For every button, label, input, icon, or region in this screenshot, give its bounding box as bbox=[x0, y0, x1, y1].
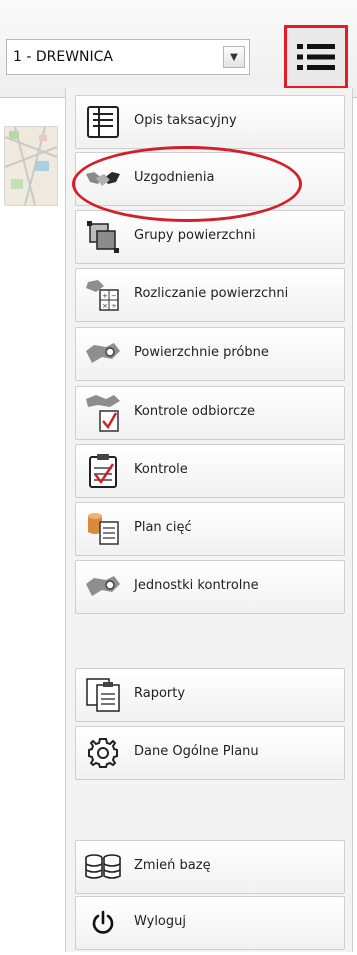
menu-item-plan-ciec[interactable]: Plan cięć bbox=[75, 502, 345, 556]
control-units-icon bbox=[84, 568, 122, 606]
description-icon bbox=[84, 103, 122, 141]
menu-item-label: Opis taksacyjny bbox=[134, 113, 237, 128]
menu-item-label: Zmień bazę bbox=[134, 858, 211, 873]
menu-item-label: Powierzchnie próbne bbox=[134, 345, 269, 360]
menu-item-raporty[interactable]: Raporty bbox=[75, 668, 345, 722]
sample-plots-icon bbox=[84, 335, 122, 373]
menu-item-label: Dane Ogólne Planu bbox=[134, 744, 259, 759]
stand-select[interactable]: 1 - DREWNICA ▼ bbox=[6, 39, 250, 75]
menu-item-rozliczanie-powierzchni[interactable]: + − × ÷ Rozliczanie powierzchni bbox=[75, 268, 345, 322]
stand-select-value: 1 - DREWNICA bbox=[13, 49, 114, 65]
menu-item-kontrole-odbiorcze[interactable]: Kontrole odbiorcze bbox=[75, 386, 345, 440]
svg-text:×: × bbox=[102, 302, 108, 310]
menu-item-kontrole[interactable]: Kontrole bbox=[75, 444, 345, 498]
menu-item-zmien-baze[interactable]: Zmień bazę bbox=[75, 840, 345, 894]
menu-item-opis-taksacyjny[interactable]: Opis taksacyjny bbox=[75, 95, 345, 149]
reports-icon bbox=[84, 676, 122, 714]
database-icon bbox=[84, 848, 122, 886]
checks-icon bbox=[84, 452, 122, 490]
area-groups-icon bbox=[84, 218, 122, 256]
menu-item-label: Kontrole odbiorcze bbox=[134, 404, 255, 419]
handshake-icon bbox=[84, 160, 122, 198]
menu-item-powierzchnie-probne[interactable]: Powierzchnie próbne bbox=[75, 327, 345, 381]
svg-text:+: + bbox=[102, 292, 108, 300]
menu-item-label: Wyloguj bbox=[134, 914, 186, 929]
acceptance-checks-icon bbox=[84, 394, 122, 432]
menu-item-wyloguj[interactable]: Wyloguj bbox=[75, 896, 345, 950]
menu-item-label: Uzgodnienia bbox=[134, 170, 215, 185]
menu-item-label: Raporty bbox=[134, 686, 186, 701]
menu-item-label: Grupy powierzchni bbox=[134, 228, 256, 243]
menu-item-label: Jednostki kontrolne bbox=[134, 578, 259, 593]
map-thumbnail[interactable] bbox=[4, 126, 58, 206]
menu-button[interactable] bbox=[284, 25, 348, 89]
svg-text:÷: ÷ bbox=[111, 302, 117, 310]
menu-item-jednostki-kontrolne[interactable]: Jednostki kontrolne bbox=[75, 560, 345, 614]
menu-item-label: Plan cięć bbox=[134, 520, 192, 535]
menu-item-dane-ogolne-planu[interactable]: Dane Ogólne Planu bbox=[75, 726, 345, 780]
menu-item-label: Kontrole bbox=[134, 462, 188, 477]
menu-item-label: Rozliczanie powierzchni bbox=[134, 286, 289, 301]
area-calculation-icon: + − × ÷ bbox=[84, 276, 122, 314]
menu-item-grupy-powierzchni[interactable]: Grupy powierzchni bbox=[75, 210, 345, 264]
hamburger-menu-icon bbox=[297, 44, 335, 70]
cutting-plan-icon bbox=[84, 510, 122, 548]
chevron-down-icon[interactable]: ▼ bbox=[223, 46, 245, 68]
power-icon bbox=[84, 904, 122, 942]
gear-icon bbox=[84, 734, 122, 772]
menu-item-uzgodnienia[interactable]: Uzgodnienia bbox=[75, 152, 345, 206]
main-menu-panel: Opis taksacyjny Uzgodnienia Grupy powier… bbox=[65, 88, 353, 952]
svg-text:−: − bbox=[111, 292, 117, 300]
